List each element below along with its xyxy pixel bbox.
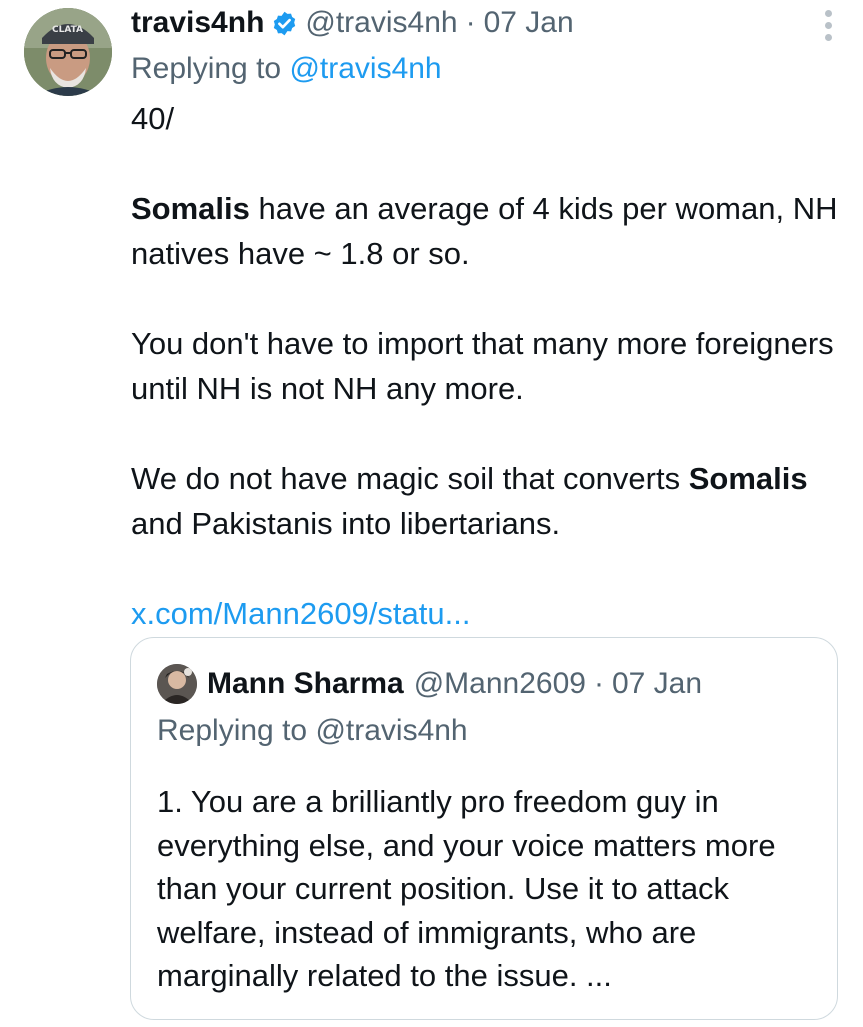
quoted-replying-to: Replying to @travis4nh: [157, 708, 811, 754]
quoted-replying-prefix: Replying to: [157, 714, 308, 747]
replying-to: Replying to @travis4nh: [131, 46, 839, 92]
user-avatar-icon[interactable]: CLATA: [24, 8, 112, 96]
paragraph-4-start: We do not have magic soil that converts: [131, 461, 689, 496]
tweet-paragraph-3: You don't have to import that many more …: [131, 326, 834, 406]
tweet-content: travis4nh @travis4nh · 07 Jan Replying t…: [131, 0, 839, 636]
bold-word: Somalis: [688, 461, 808, 496]
quoted-display-name[interactable]: Mann Sharma: [207, 662, 404, 706]
tweet-line-1: 40/: [131, 101, 175, 136]
replying-handle-link[interactable]: @travis4nh: [289, 52, 441, 85]
verified-badge-icon: [271, 10, 298, 37]
tweet-paragraph-4: We do not have magic soil that converts …: [131, 456, 839, 546]
quoted-replying-handle: @travis4nh: [315, 714, 468, 747]
replying-prefix: Replying to: [131, 52, 282, 85]
tweet-paragraph-2: Somalis have an average of 4 kids per wo…: [131, 186, 839, 276]
tweet-body: 40/ Somalis have an average of 4 kids pe…: [131, 96, 839, 636]
user-handle[interactable]: @travis4nh: [305, 0, 457, 46]
quoted-tweet-date[interactable]: 07 Jan: [612, 662, 702, 706]
more-vertical-icon[interactable]: [823, 10, 833, 42]
status-link[interactable]: x.com/Mann2609/statu...: [131, 591, 839, 636]
quoted-user-handle[interactable]: @Mann2609: [414, 662, 586, 706]
quoted-user-avatar-icon[interactable]: [157, 664, 197, 704]
separator-dot: ·: [593, 667, 604, 700]
quoted-tweet[interactable]: Mann Sharma @Mann2609 · 07 Jan Replying …: [130, 637, 838, 1020]
quoted-tweet-body: 1. You are a brilliantly pro freedom guy…: [157, 784, 776, 993]
tweet[interactable]: CLATA travis4nh @travis4nh · 07 Jan Repl…: [0, 0, 863, 1027]
paragraph-4-rest: and Pakistanis into libertarians.: [131, 506, 561, 541]
quote-header: Mann Sharma @Mann2609 · 07 Jan: [157, 662, 811, 706]
tweet-date[interactable]: 07 Jan: [484, 0, 574, 46]
tweet-header: travis4nh @travis4nh · 07 Jan: [131, 0, 839, 46]
separator-dot: ·: [465, 6, 476, 39]
bold-word: Somalis: [131, 191, 250, 226]
display-name[interactable]: travis4nh: [131, 0, 264, 46]
svg-text:CLATA: CLATA: [52, 25, 83, 35]
